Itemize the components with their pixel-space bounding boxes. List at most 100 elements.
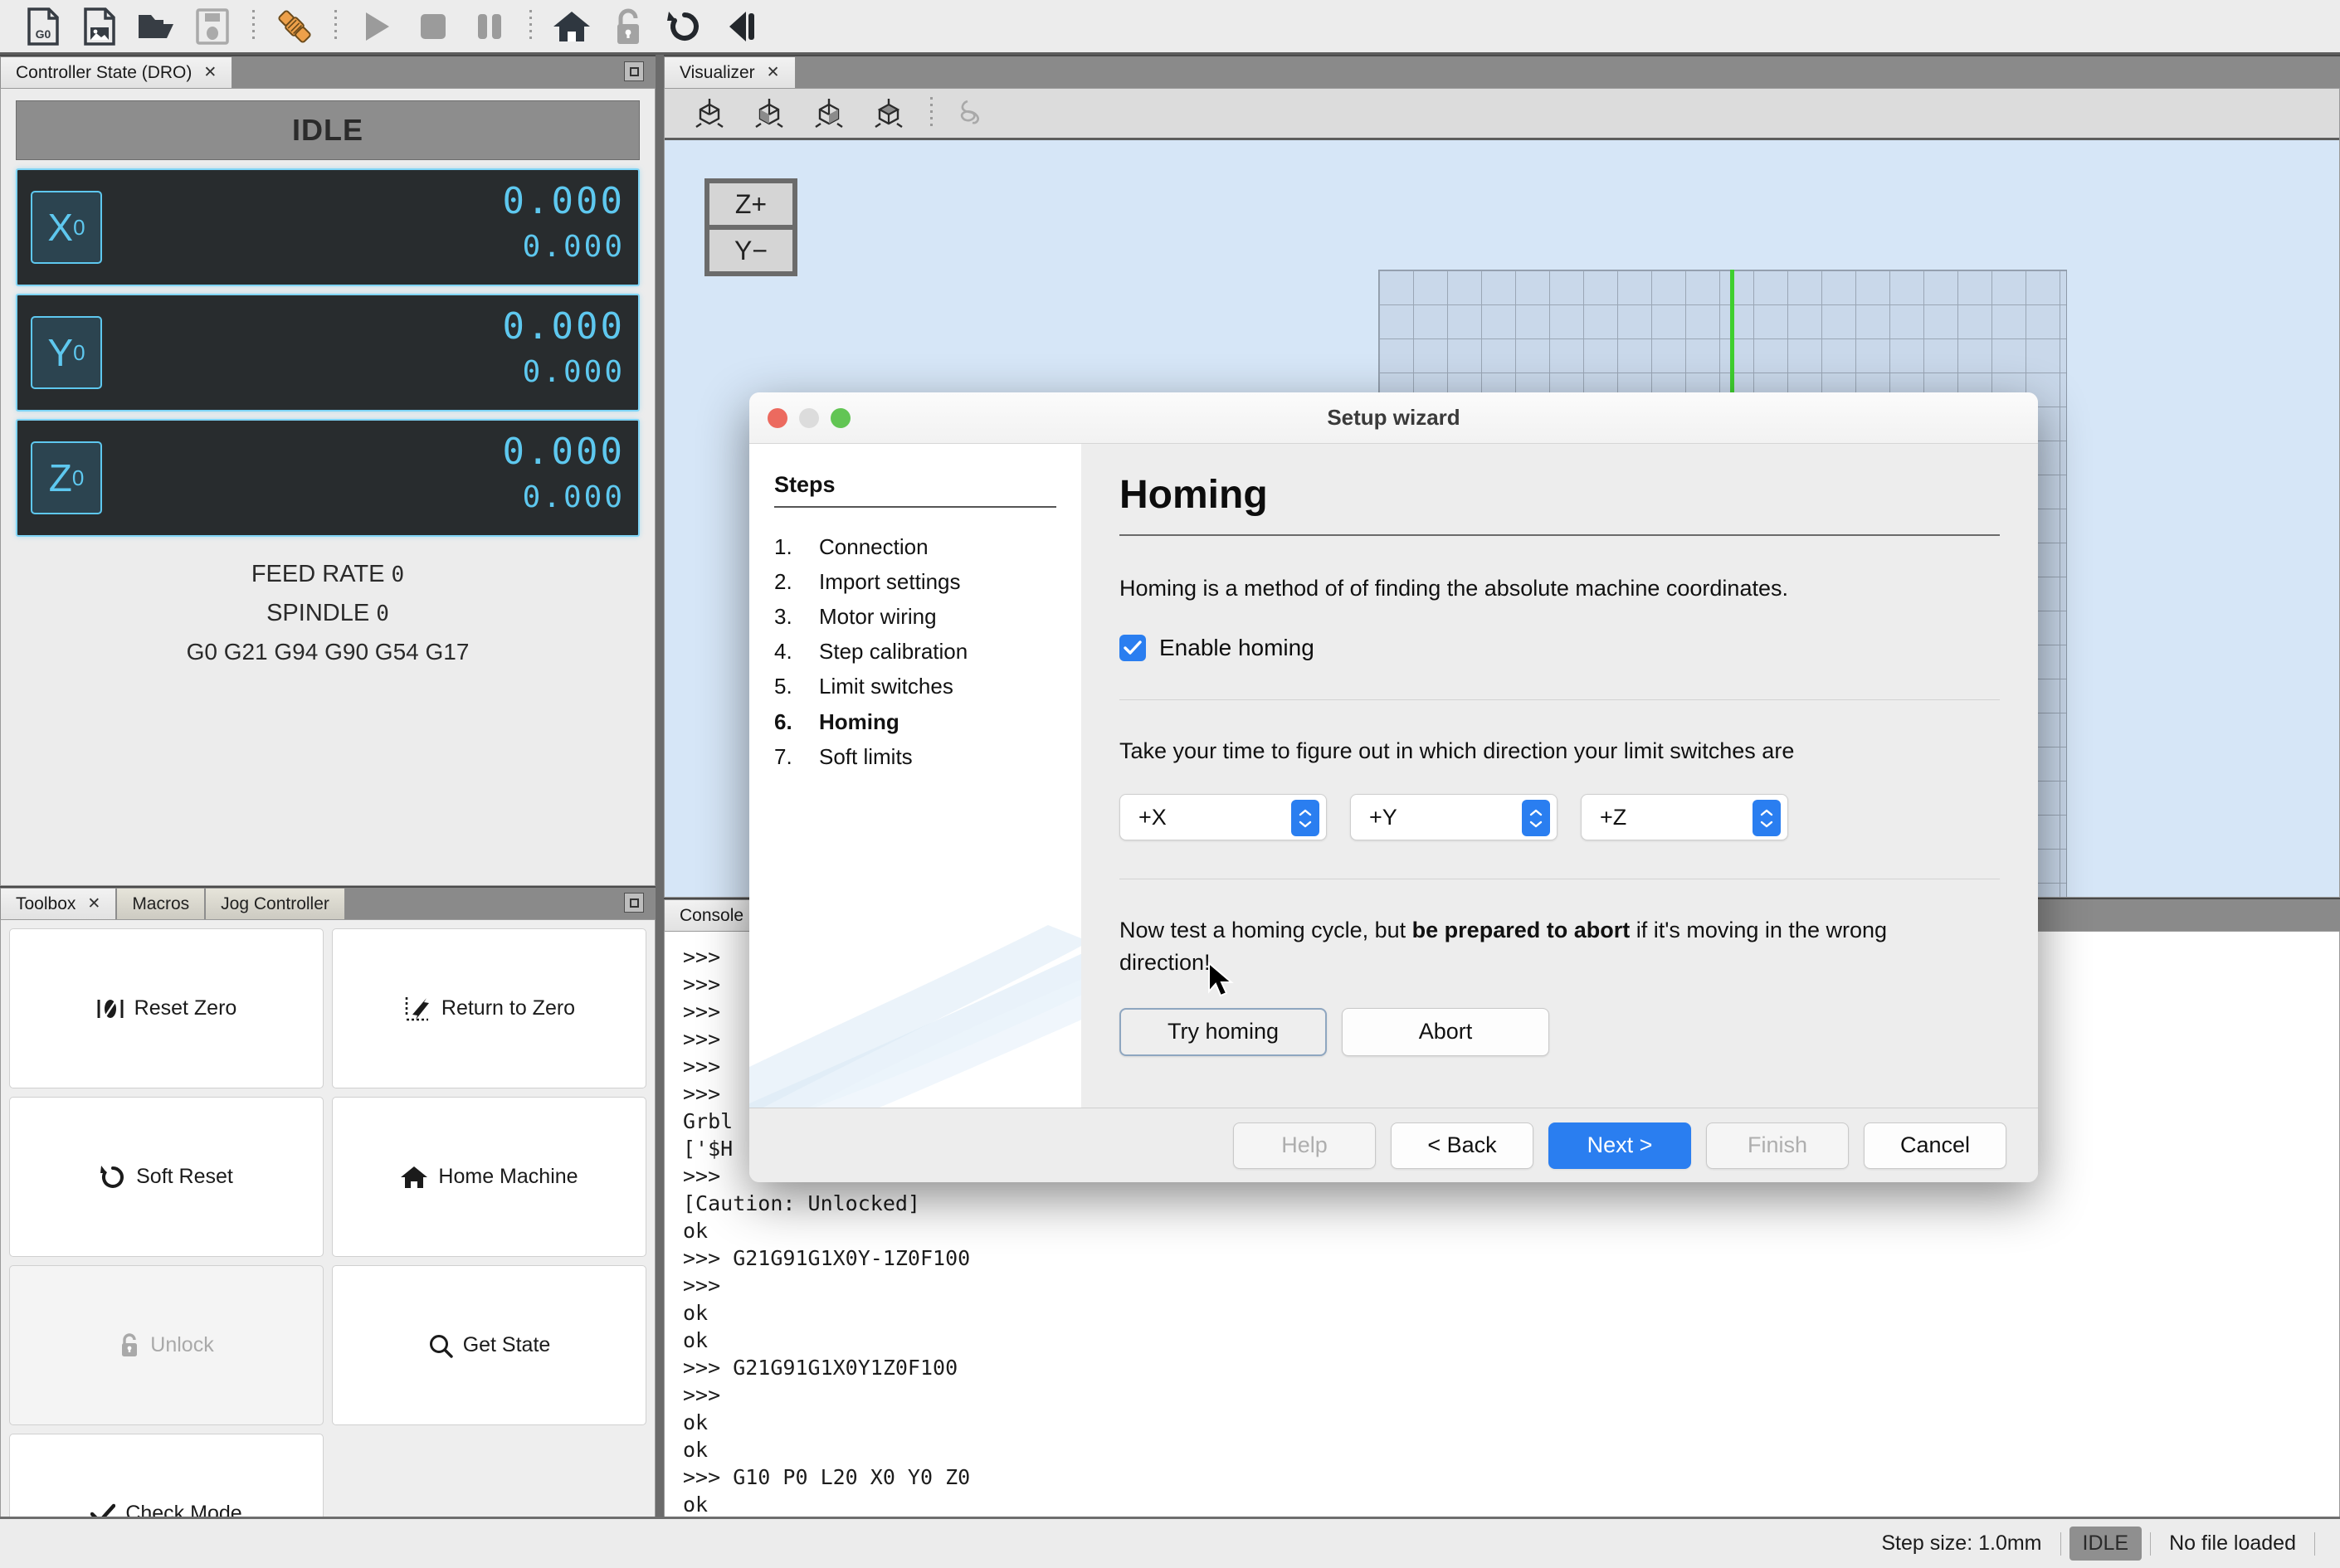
axis-indicator-bottom: Y− bbox=[709, 230, 792, 271]
homing-intro-text: Homing is a method of of finding the abs… bbox=[1119, 572, 2000, 605]
select-value: +Y bbox=[1369, 805, 1397, 830]
section-divider bbox=[1119, 699, 2000, 700]
enable-homing-label: Enable homing bbox=[1159, 635, 1314, 661]
chevron-updown-icon[interactable] bbox=[1291, 800, 1319, 836]
step-size-status: Step size: 1.0mm bbox=[1863, 1531, 2060, 1556]
limit-direction-select-z[interactable]: +Z bbox=[1581, 794, 1788, 840]
dro-machine-value-z: 0.000 bbox=[523, 480, 625, 514]
unlock-button: Unlock bbox=[9, 1265, 324, 1425]
unlock-icon[interactable] bbox=[600, 2, 656, 51]
feed-rate-value: 0 bbox=[392, 562, 405, 587]
tab-jog-controller[interactable]: Jog Controller bbox=[205, 888, 345, 919]
new-gcode-file-icon[interactable]: G0 bbox=[15, 2, 71, 51]
homing-action-buttons: Try homing Abort bbox=[1119, 1008, 2000, 1056]
dialog-footer: Help < Back Next > Finish Cancel bbox=[749, 1108, 2038, 1182]
chevron-updown-icon[interactable] bbox=[1753, 800, 1781, 836]
close-icon[interactable]: ✕ bbox=[767, 63, 780, 82]
dro-axis-row-y[interactable]: Y0 0.000 0.000 bbox=[16, 294, 640, 411]
machine-state-badge: IDLE bbox=[2069, 1527, 2143, 1561]
tab-toolbox[interactable]: Toolbox ✕ bbox=[0, 888, 116, 919]
button-label: Home Machine bbox=[438, 1165, 578, 1189]
dro-machine-value-x: 0.000 bbox=[523, 230, 625, 264]
limit-direction-select-y[interactable]: +Y bbox=[1350, 794, 1558, 840]
minimize-panel-button[interactable] bbox=[624, 893, 644, 913]
soft-reset-button[interactable]: Soft Reset bbox=[9, 1097, 324, 1257]
try-homing-button[interactable]: Try homing bbox=[1119, 1008, 1327, 1056]
home-machine-button[interactable]: Home Machine bbox=[332, 1097, 646, 1257]
checkbox-checked-icon[interactable] bbox=[1119, 635, 1146, 661]
step-label: Homing bbox=[819, 704, 899, 739]
axis-label-z[interactable]: Z0 bbox=[31, 441, 102, 514]
check-mode-icon[interactable] bbox=[713, 2, 769, 51]
return-to-zero-button[interactable]: Return to Zero bbox=[332, 928, 646, 1088]
left-dock: Controller State (DRO) ✕ IDLE X0 0.000 0… bbox=[0, 55, 656, 1543]
wizard-step-import-settings[interactable]: 2.Import settings bbox=[774, 564, 1056, 599]
button-label: Unlock bbox=[150, 1333, 213, 1357]
toolbar-separator bbox=[529, 10, 532, 43]
toolpath-icon[interactable] bbox=[944, 90, 1004, 137]
direction-prompt-text: Take your time to figure out in which di… bbox=[1119, 735, 2000, 767]
dialog-body: Steps 1.Connection2.Import settings3.Mot… bbox=[749, 444, 2038, 1108]
axis-label-y[interactable]: Y0 bbox=[31, 316, 102, 389]
dro-axis-row-x[interactable]: X0 0.000 0.000 bbox=[16, 168, 640, 286]
svg-text:G0: G0 bbox=[36, 27, 51, 41]
minimize-panel-button[interactable] bbox=[624, 61, 644, 81]
enable-homing-checkbox-row[interactable]: Enable homing bbox=[1119, 635, 2000, 661]
home-icon[interactable] bbox=[544, 2, 600, 51]
chevron-updown-icon[interactable] bbox=[1522, 800, 1550, 836]
return-to-zero-icon bbox=[403, 996, 431, 1022]
steps-list: 1.Connection2.Import settings3.Motor wir… bbox=[774, 529, 1056, 774]
wizard-step-homing[interactable]: 6.Homing bbox=[774, 704, 1056, 739]
play-icon[interactable] bbox=[349, 2, 405, 51]
connect-plug-icon[interactable] bbox=[266, 2, 323, 51]
dro-axis-row-z[interactable]: Z0 0.000 0.000 bbox=[16, 419, 640, 537]
wizard-step-connection[interactable]: 1.Connection bbox=[774, 529, 1056, 564]
visualizer-toolbar bbox=[665, 89, 2339, 140]
wizard-content: Homing Homing is a method of of finding … bbox=[1081, 444, 2038, 1108]
home-machine-icon bbox=[400, 1165, 428, 1190]
toolbox-tabbar: Toolbox ✕ Macros Jog Controller bbox=[0, 886, 656, 919]
view-top-icon[interactable] bbox=[859, 90, 919, 137]
open-image-file-icon[interactable] bbox=[71, 2, 128, 51]
view-front-icon[interactable] bbox=[739, 90, 799, 137]
next-button[interactable]: Next > bbox=[1548, 1122, 1691, 1169]
wizard-step-step-calibration[interactable]: 4.Step calibration bbox=[774, 634, 1056, 669]
dro-work-value-y: 0.000 bbox=[503, 305, 625, 348]
stop-icon[interactable] bbox=[405, 2, 461, 51]
step-label: Limit switches bbox=[819, 669, 953, 704]
pause-icon[interactable] bbox=[461, 2, 518, 51]
get-state-button[interactable]: Get State bbox=[332, 1265, 646, 1425]
limit-direction-select-x[interactable]: +X bbox=[1119, 794, 1327, 840]
tab-visualizer[interactable]: Visualizer ✕ bbox=[664, 56, 796, 88]
save-file-icon[interactable] bbox=[184, 2, 241, 51]
step-number: 5. bbox=[774, 669, 819, 704]
view-isometric-icon[interactable] bbox=[680, 90, 739, 137]
cancel-button[interactable]: Cancel bbox=[1864, 1122, 2006, 1169]
tab-controller-state-dro[interactable]: Controller State (DRO) ✕ bbox=[0, 56, 232, 88]
file-status: No file loaded bbox=[2151, 1531, 2314, 1556]
dialog-title: Setup wizard bbox=[749, 405, 2038, 431]
wizard-step-soft-limits[interactable]: 7.Soft limits bbox=[774, 739, 1056, 774]
axis-label-x[interactable]: X0 bbox=[31, 191, 102, 264]
wizard-step-motor-wiring[interactable]: 3.Motor wiring bbox=[774, 599, 1056, 634]
step-label: Import settings bbox=[819, 564, 961, 599]
close-icon[interactable]: ✕ bbox=[203, 63, 217, 82]
view-right-icon[interactable] bbox=[799, 90, 859, 137]
open-folder-icon[interactable] bbox=[128, 2, 184, 51]
abort-button[interactable]: Abort bbox=[1342, 1008, 1549, 1056]
tab-console[interactable]: Console bbox=[664, 899, 759, 931]
page-title: Homing bbox=[1119, 472, 2000, 518]
close-icon[interactable]: ✕ bbox=[87, 894, 100, 913]
toolbar-separator bbox=[930, 97, 933, 130]
step-number: 7. bbox=[774, 739, 819, 774]
tab-macros[interactable]: Macros bbox=[116, 888, 205, 919]
axis-orientation-indicator: Z+ Y− bbox=[704, 178, 797, 276]
step-label: Soft limits bbox=[819, 739, 913, 774]
tab-label: Toolbox bbox=[16, 894, 76, 914]
soft-reset-icon[interactable] bbox=[656, 2, 713, 51]
dro-tabbar: Controller State (DRO) ✕ bbox=[0, 55, 656, 88]
back-button[interactable]: < Back bbox=[1391, 1122, 1533, 1169]
reset-zero-button[interactable]: Reset Zero bbox=[9, 928, 324, 1088]
dialog-titlebar[interactable]: Setup wizard bbox=[749, 392, 2038, 444]
wizard-step-limit-switches[interactable]: 5.Limit switches bbox=[774, 669, 1056, 704]
